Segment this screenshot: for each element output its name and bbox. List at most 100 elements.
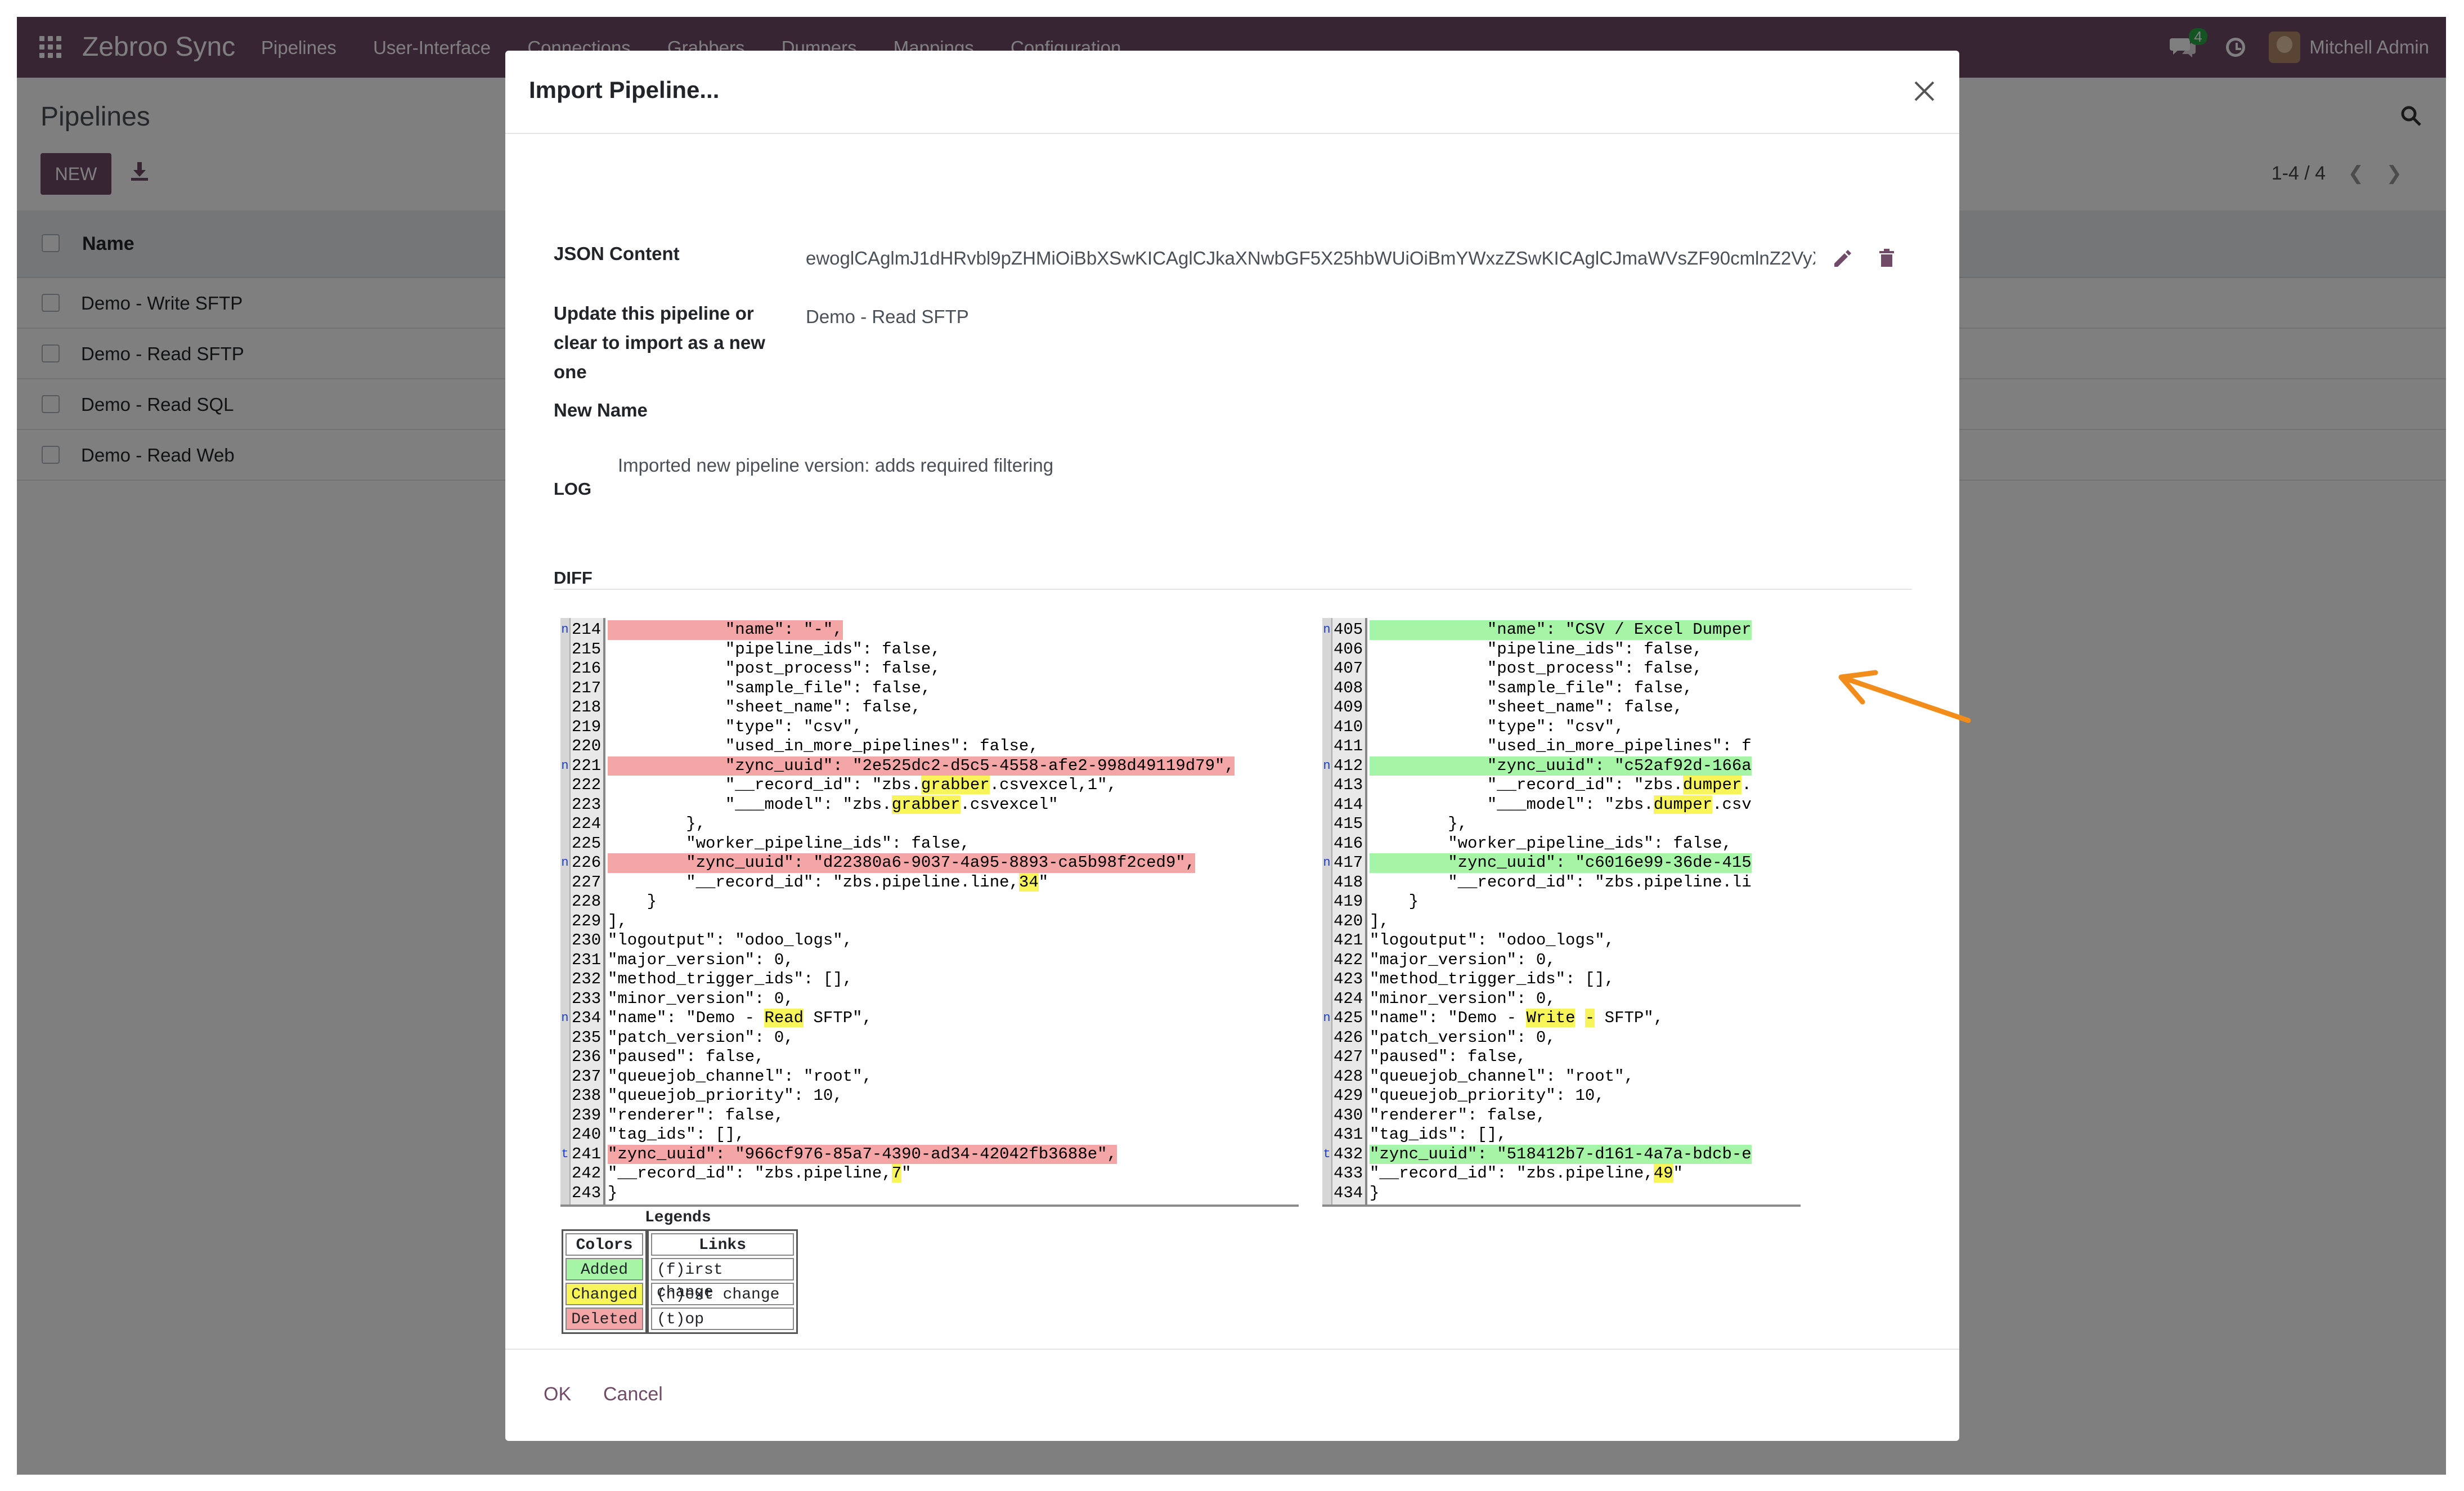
legend-next-change-link[interactable]: (n)ext change [651, 1283, 794, 1305]
legend-changed: Changed [565, 1283, 643, 1305]
diff-line: 238 "queuejob_priority": 10, [560, 1086, 1299, 1106]
diff-line-number: 428 [1334, 1067, 1363, 1086]
diff-line-number: 228 [572, 892, 602, 911]
diff-line-code: "zync_uuid": "d22380a6-9037-4a95-8893-ca… [608, 853, 1196, 873]
diff-line-code: "name": "CSV / Excel Dumper [1370, 620, 1752, 640]
diff-line: 426 "patch_version": 0, [1322, 1028, 1801, 1048]
legend-colors-table: Colors Added Changed Deleted [562, 1229, 647, 1334]
diff-line-code: "zync_uuid": "c6016e99-36de-415 [1370, 853, 1752, 873]
diff-line: 229], [560, 912, 1299, 932]
diff-line-number: 235 [572, 1028, 602, 1047]
diff-line-code: "pipeline_ids": false, [1370, 639, 1703, 659]
log-value[interactable]: Imported new pipeline version: adds requ… [618, 455, 1053, 476]
diff-line: 409 "sheet_name": false, [1322, 698, 1801, 718]
diff-line-code: "type": "csv", [1370, 717, 1624, 736]
diff-line: 431 "tag_ids": [], [1322, 1125, 1801, 1145]
diff-line: 418 "__record_id": "zbs.pipeline.li [1322, 873, 1801, 893]
diff-line-code: }, [608, 814, 706, 833]
diff-nav-link[interactable]: n [1322, 620, 1331, 640]
diff-line: 236 "paused": false, [560, 1047, 1299, 1067]
diff-line-number: 226 [572, 853, 602, 872]
new-name-label: New Name [554, 400, 648, 420]
diff-line: 420], [1322, 912, 1801, 932]
diff-nav-link[interactable]: n [560, 853, 569, 873]
diff-nav-link[interactable]: n [560, 620, 569, 640]
update-pipeline-label-line-2: clear to import as a new [554, 332, 765, 353]
diff-line-number: 240 [572, 1125, 602, 1144]
diff-line-code: "zync_uuid": "966cf976-85a7-4390-ad34-42… [608, 1144, 1117, 1164]
diff-line-code: "name": "Demo - Write - SFTP", [1370, 1009, 1664, 1027]
cancel-button[interactable]: Cancel [603, 1383, 663, 1405]
diff-line-number: 236 [572, 1047, 602, 1066]
diff-line-code: "type": "csv", [608, 717, 863, 736]
log-label: LOG [554, 479, 592, 499]
diff-line-number: 231 [572, 950, 602, 969]
diff-line-number: 427 [1334, 1047, 1363, 1066]
diff-line-code: "used_in_more_pipelines": false, [608, 737, 1039, 755]
diff-line-number: 423 [1334, 970, 1363, 988]
diff-line: 242 "__record_id": "zbs.pipeline,7" [560, 1164, 1299, 1184]
diff-nav-link[interactable]: t [1322, 1145, 1331, 1165]
diff-line-code: ], [608, 911, 627, 930]
diff-line-code: "paused": false, [608, 1047, 765, 1066]
diff-line-number: 414 [1334, 795, 1363, 814]
diff-line: 240 "tag_ids": [], [560, 1125, 1299, 1145]
diff-line: 410 "type": "csv", [1322, 718, 1801, 737]
legend-title: Legends [645, 1209, 711, 1226]
diff-line-code: "logoutput": "odoo_logs", [608, 931, 853, 950]
diff-line: 408 "sample_file": false, [1322, 679, 1801, 699]
legend-first-change-link[interactable]: (f)irst change [651, 1258, 794, 1301]
edit-pencil-icon[interactable] [1832, 249, 1851, 271]
diff-line: 224 }, [560, 814, 1299, 834]
diff-line-number: 223 [572, 795, 602, 814]
diff-line: 237 "queuejob_channel": "root", [560, 1067, 1299, 1087]
legend-top-link[interactable]: (t)op [651, 1308, 794, 1330]
diff-line: 413 "__record_id": "zbs.dumper. [1322, 776, 1801, 795]
diff-line: 216 "post_process": false, [560, 659, 1299, 679]
close-icon[interactable] [1912, 79, 1937, 104]
diff-nav-link[interactable]: t [560, 1145, 569, 1165]
diff-line: 217 "sample_file": false, [560, 679, 1299, 699]
diff-nav-link[interactable]: n [560, 756, 569, 776]
diff-line-number: 432 [1334, 1144, 1363, 1163]
diff-line-code: "minor_version": 0, [1370, 989, 1556, 1008]
diff-nav-link[interactable]: n [1322, 1009, 1331, 1028]
diff-line-number: 411 [1334, 737, 1363, 755]
diff-line-code: "sample_file": false, [608, 678, 931, 697]
diff-line-code: "tag_ids": [], [1370, 1125, 1507, 1144]
diff-line: 421 "logoutput": "odoo_logs", [1322, 931, 1801, 951]
diff-line: 218 "sheet_name": false, [560, 698, 1299, 718]
diff-line: 424 "minor_version": 0, [1322, 989, 1801, 1009]
diff-line: 406 "pipeline_ids": false, [1322, 640, 1801, 660]
diff-line: 222 "__record_id": "zbs.grabber.csvexcel… [560, 776, 1299, 795]
legend-links-header: Links [651, 1233, 794, 1256]
diff-line: n 226 "zync_uuid": "d22380a6-9037-4a95-88… [560, 853, 1299, 873]
new-name-input[interactable] [806, 395, 1875, 426]
diff-line-code: } [608, 1183, 618, 1202]
diff-line-code: "__record_id": "zbs.pipeline.li [1370, 872, 1752, 892]
diff-line-code: "minor_version": 0, [608, 989, 794, 1008]
diff-line: 430 "renderer": false, [1322, 1106, 1801, 1126]
diff-line-code: "sheet_name": false, [1370, 698, 1683, 717]
diff-right-pane: n 405 "name": "CSV / Excel Dumper 406 "pip… [1322, 618, 1801, 1207]
diff-line-number: 232 [572, 970, 602, 988]
diff-line-code: "__record_id": "zbs.pipeline,7" [608, 1164, 912, 1183]
diff-line-number: 237 [572, 1067, 602, 1086]
diff-line: 239 "renderer": false, [560, 1106, 1299, 1126]
diff-line-number: 233 [572, 989, 602, 1008]
diff-line: n 405 "name": "CSV / Excel Dumper [1322, 620, 1801, 640]
diff-nav-link[interactable]: n [560, 1009, 569, 1028]
diff-line-number: 242 [572, 1164, 602, 1183]
diff-line-code: "paused": false, [1370, 1047, 1527, 1066]
diff-line-number: 424 [1334, 989, 1363, 1008]
diff-nav-link[interactable]: n [1322, 756, 1331, 776]
diff-separator [554, 589, 1912, 590]
update-pipeline-value[interactable]: Demo - Read SFTP [806, 306, 969, 328]
json-content-value[interactable]: ewoglCAglmJ1dHRvbl9pZHMiOiBbXSwKICAglCJk… [806, 248, 1815, 269]
diff-nav-link[interactable]: n [1322, 853, 1331, 873]
trash-icon[interactable] [1878, 249, 1895, 271]
diff-line-code: "patch_version": 0, [1370, 1028, 1556, 1047]
diff-line: n 214 "name": "-", [560, 620, 1299, 640]
ok-button[interactable]: OK [544, 1383, 571, 1405]
diff-line-number: 416 [1334, 834, 1363, 853]
